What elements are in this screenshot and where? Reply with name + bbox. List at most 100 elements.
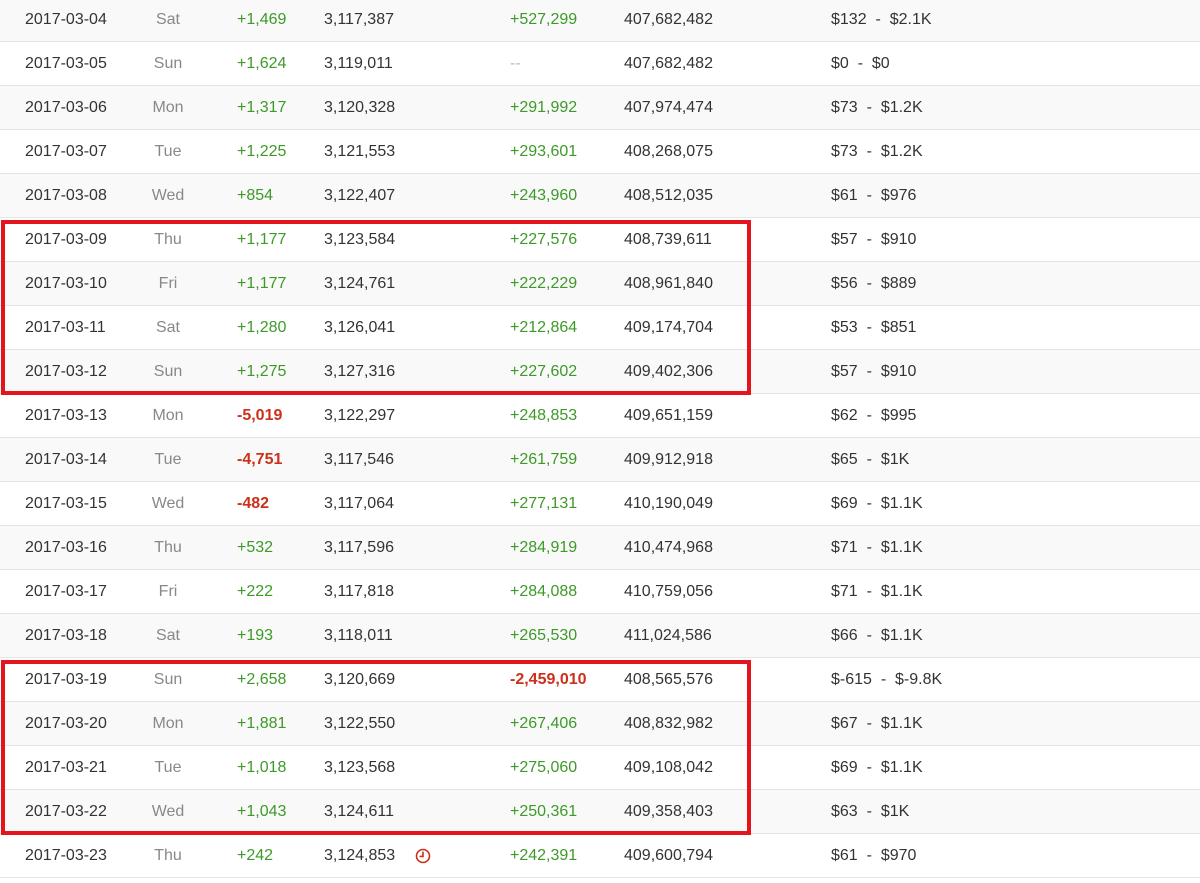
subscriber-change-cell: -5,019 — [237, 407, 283, 424]
weekday-cell: Thu — [154, 231, 182, 248]
view-change-cell: +277,131 — [510, 495, 578, 512]
date-cell: 2017-03-20 — [25, 715, 107, 732]
view-total-cell: 408,512,035 — [624, 187, 713, 204]
weekday-cell: Mon — [152, 715, 184, 732]
earnings-high: $1.1K — [880, 539, 923, 556]
earnings-high: $1.1K — [880, 627, 923, 644]
estimated-earnings-cell: $57 - $910 — [831, 218, 916, 262]
earnings-low: $53 — [831, 319, 858, 336]
earnings-separator: - — [857, 407, 881, 424]
subscriber-total-cell: 3,120,328 — [324, 99, 396, 116]
earnings-high: $976 — [880, 187, 917, 204]
earnings-separator: - — [857, 495, 881, 512]
date-cell: 2017-03-04 — [25, 11, 107, 28]
table-row: 2017-03-18 Sat +193 3,118,011 +265,530 411,02… — [0, 614, 1200, 658]
estimated-earnings-cell: $69 - $1.1K — [831, 482, 923, 526]
earnings-low: $61 — [831, 847, 858, 864]
view-total-cell: 409,651,159 — [624, 407, 713, 424]
earnings-high: $1.1K — [880, 583, 923, 600]
estimated-earnings-cell: $73 - $1.2K — [831, 130, 923, 174]
estimated-earnings-cell: $132 - $2.1K — [831, 0, 932, 42]
earnings-high: $1.2K — [880, 143, 923, 160]
weekday-cell: Wed — [151, 803, 185, 820]
earnings-low: $69 — [831, 759, 858, 776]
weekday-cell: Wed — [151, 187, 185, 204]
daily-stats-table: 2017-03-04 Sat +1,469 3,117,387 +527,299 407,… — [0, 0, 1200, 883]
weekday-cell: Sat — [155, 627, 180, 644]
earnings-high: $889 — [880, 275, 917, 292]
view-change-cell: +291,992 — [510, 99, 578, 116]
earnings-low: $62 — [831, 407, 858, 424]
view-total-cell: 409,358,403 — [624, 803, 713, 820]
earnings-separator: - — [857, 143, 881, 160]
subscriber-change-cell: +1,280 — [237, 319, 287, 336]
date-cell: 2017-03-12 — [25, 363, 107, 380]
subscriber-total-cell: 3,123,584 — [324, 231, 396, 248]
earnings-separator: - — [857, 803, 881, 820]
date-cell: 2017-03-18 — [25, 627, 107, 644]
earnings-high: $1.2K — [880, 99, 923, 116]
estimated-earnings-cell: $65 - $1K — [831, 438, 909, 482]
weekday-cell: Tue — [154, 451, 182, 468]
earnings-high: $2.1K — [889, 11, 932, 28]
clock-icon[interactable] — [415, 848, 431, 864]
estimated-earnings-cell: $61 - $970 — [831, 834, 916, 878]
date-cell: 2017-03-09 — [25, 231, 107, 248]
date-cell: 2017-03-07 — [25, 143, 107, 160]
view-total-cell: 409,600,794 — [624, 847, 713, 864]
view-change-cell: +265,530 — [510, 627, 578, 644]
weekday-cell: Sat — [155, 11, 180, 28]
earnings-separator: - — [857, 715, 881, 732]
date-cell: 2017-03-15 — [25, 495, 107, 512]
view-change-cell: +284,088 — [510, 583, 578, 600]
date-cell: 2017-03-06 — [25, 99, 107, 116]
date-cell: 2017-03-21 — [25, 759, 107, 776]
view-total-cell: 408,268,075 — [624, 143, 713, 160]
subscriber-change-cell: +1,177 — [237, 231, 287, 248]
date-cell: 2017-03-16 — [25, 539, 107, 556]
subscriber-change-cell: -4,751 — [237, 451, 283, 468]
table-row: 2017-03-12 Sun +1,275 3,127,316 +227,602 409,… — [0, 350, 1200, 394]
table-row: 2017-03-08 Wed +854 3,122,407 +243,960 408,51… — [0, 174, 1200, 218]
view-change-cell: +293,601 — [510, 143, 578, 160]
earnings-high: $851 — [880, 319, 917, 336]
date-cell: 2017-03-10 — [25, 275, 107, 292]
weekday-cell: Sun — [153, 363, 183, 380]
view-total-cell: 410,474,968 — [624, 539, 713, 556]
date-cell: 2017-03-14 — [25, 451, 107, 468]
earnings-low: $69 — [831, 495, 858, 512]
subscriber-total-cell: 3,117,546 — [324, 451, 394, 468]
date-cell: 2017-03-17 — [25, 583, 107, 600]
subscriber-total-cell: 3,122,407 — [324, 187, 396, 204]
view-total-cell: 407,682,482 — [624, 55, 713, 72]
subscriber-total-cell: 3,127,316 — [324, 363, 396, 380]
subscriber-change-cell: +1,469 — [237, 11, 287, 28]
view-total-cell: 408,961,840 — [624, 275, 713, 292]
subscriber-total-cell: 3,120,669 — [324, 671, 396, 688]
subscriber-change-cell: +242 — [237, 847, 274, 864]
estimated-earnings-cell: $-615 - $-9.8K — [831, 658, 942, 702]
view-change-cell: +227,576 — [510, 231, 578, 248]
pending-cell — [415, 834, 433, 878]
table-row: 2017-03-15 Wed -482 3,117,064 +277,131 410,19… — [0, 482, 1200, 526]
earnings-separator: - — [866, 11, 890, 28]
earnings-low: $71 — [831, 539, 858, 556]
view-total-cell: 408,739,611 — [624, 231, 712, 248]
subscriber-change-cell: +1,275 — [237, 363, 287, 380]
weekday-cell: Tue — [154, 759, 182, 776]
subscriber-change-cell: +222 — [237, 583, 274, 600]
earnings-separator: - — [871, 671, 896, 688]
subscriber-total-cell: 3,121,553 — [324, 143, 396, 160]
table-row: 2017-03-10 Fri +1,177 3,124,761 +222,229 408,… — [0, 262, 1200, 306]
table-row: 2017-03-19 Sun +2,658 3,120,669 -2,459,010 40… — [0, 658, 1200, 702]
table-row: 2017-03-09 Thu +1,177 3,123,584 +227,576 408,… — [0, 218, 1200, 262]
estimated-earnings-cell: $66 - $1.1K — [831, 614, 923, 658]
estimated-earnings-cell: $69 - $1.1K — [831, 746, 923, 790]
weekday-cell: Wed — [151, 495, 185, 512]
subscriber-total-cell: 3,122,550 — [324, 715, 396, 732]
subscriber-change-cell: +1,225 — [237, 143, 287, 160]
earnings-high: $-9.8K — [895, 671, 943, 688]
table-row: 2017-03-22 Wed +1,043 3,124,611 +250,361 409,… — [0, 790, 1200, 834]
view-change-cell: +267,406 — [510, 715, 578, 732]
view-total-cell: 409,174,704 — [624, 319, 713, 336]
